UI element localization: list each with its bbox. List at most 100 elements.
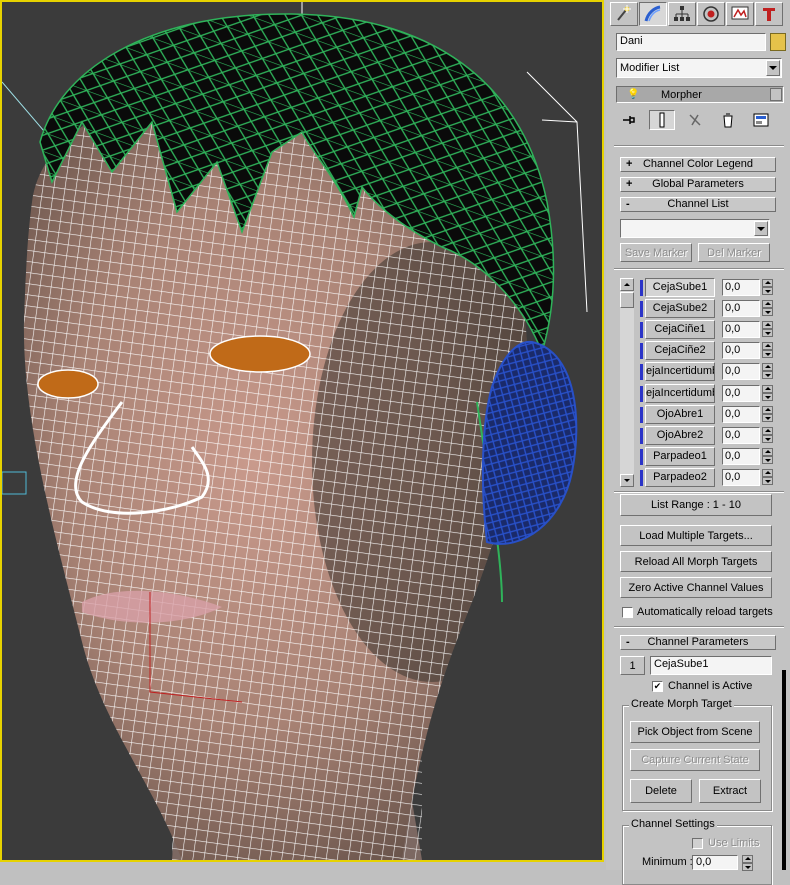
channel-value-field[interactable]: 0,0 bbox=[722, 300, 760, 318]
rollout-title: Channel Color Legend bbox=[642, 158, 754, 170]
display-tab[interactable] bbox=[726, 2, 754, 26]
minimum-value-field[interactable]: 0,0 bbox=[692, 855, 738, 870]
auto-reload-checkbox[interactable] bbox=[622, 607, 633, 618]
make-unique-button[interactable] bbox=[682, 110, 708, 130]
channel-button[interactable]: ejaIncertidumbre bbox=[645, 362, 715, 382]
channel-color-bar bbox=[640, 469, 643, 486]
channel-value-spinner[interactable] bbox=[762, 300, 773, 317]
channel-button[interactable]: CejaSube1 bbox=[645, 278, 715, 297]
expand-icon: + bbox=[626, 178, 633, 190]
channel-value-spinner[interactable] bbox=[762, 426, 773, 444]
rollout-channel-parameters[interactable]: - Channel Parameters bbox=[620, 635, 776, 650]
scroll-up-button[interactable] bbox=[620, 278, 634, 291]
channel-value-field[interactable]: 0,0 bbox=[722, 426, 760, 444]
utilities-icon bbox=[763, 8, 775, 21]
scroll-down-button[interactable] bbox=[620, 474, 634, 487]
channel-value-spinner[interactable] bbox=[762, 321, 773, 338]
delete-marker-button[interactable]: Del Marker bbox=[698, 243, 770, 262]
configure-sets-button[interactable] bbox=[748, 110, 774, 130]
hierarchy-tab[interactable] bbox=[668, 2, 696, 26]
load-multiple-targets-button[interactable]: Load Multiple Targets... bbox=[620, 525, 772, 546]
channel-value-spinner[interactable] bbox=[762, 279, 773, 296]
channel-button[interactable]: OjoAbre2 bbox=[645, 425, 715, 445]
modifier-list-dropdown[interactable]: Modifier List bbox=[616, 58, 782, 78]
stack-scroll-icon[interactable] bbox=[770, 88, 782, 101]
separator bbox=[614, 268, 784, 270]
object-name-field[interactable]: Dani bbox=[616, 33, 766, 51]
channel-row: CejaSube1 0,0 bbox=[640, 278, 780, 297]
channel-row: Parpadeo2 0,0 bbox=[640, 467, 780, 487]
delete-button[interactable]: Delete bbox=[630, 779, 692, 803]
rollout-channel-color-legend[interactable]: + Channel Color Legend bbox=[620, 157, 776, 172]
remove-modifier-button[interactable] bbox=[715, 110, 741, 130]
channel-color-bar bbox=[640, 322, 643, 339]
channel-button[interactable]: CejaCiñe1 bbox=[645, 320, 715, 340]
channel-color-bar bbox=[640, 448, 643, 465]
save-marker-button[interactable]: Save Marker bbox=[620, 243, 692, 262]
pick-object-from-scene-button[interactable]: Pick Object from Scene bbox=[630, 721, 760, 743]
create-tab[interactable] bbox=[610, 2, 638, 26]
arrow-up-icon bbox=[624, 283, 630, 286]
channel-button[interactable]: Parpadeo2 bbox=[645, 467, 715, 487]
pin-stack-button[interactable] bbox=[616, 110, 642, 130]
chevron-down-icon[interactable] bbox=[766, 60, 780, 76]
channel-value-field[interactable]: 0,0 bbox=[722, 342, 760, 360]
create-icon bbox=[617, 5, 631, 21]
minimum-spinner[interactable] bbox=[742, 855, 753, 872]
lightbulb-icon[interactable]: 💡 bbox=[627, 89, 639, 100]
capture-current-state-button[interactable]: Capture Current State bbox=[630, 749, 760, 771]
channel-active-label: Channel is Active bbox=[668, 680, 753, 692]
chevron-down-icon[interactable] bbox=[754, 221, 768, 236]
show-end-result-button[interactable] bbox=[649, 110, 675, 130]
channel-value-field[interactable]: 0,0 bbox=[722, 405, 760, 423]
channel-value-spinner[interactable] bbox=[762, 405, 773, 423]
channel-row: CejaCiñe2 0,0 bbox=[640, 341, 780, 361]
rollout-global-parameters[interactable]: + Global Parameters bbox=[620, 177, 776, 192]
channel-value-field[interactable]: 0,0 bbox=[722, 447, 760, 465]
modify-tab[interactable] bbox=[639, 2, 667, 26]
channel-value-field[interactable]: 0,0 bbox=[722, 363, 760, 381]
channel-value-spinner[interactable] bbox=[762, 384, 773, 402]
modifier-stack-item[interactable]: 💡 Morpher bbox=[616, 86, 784, 103]
channel-value-spinner[interactable] bbox=[762, 342, 773, 359]
channel-value-spinner[interactable] bbox=[762, 468, 773, 486]
channel-value-spinner[interactable] bbox=[762, 447, 773, 465]
channel-value-spinner[interactable] bbox=[762, 363, 773, 380]
display-icon bbox=[731, 6, 749, 20]
rollout-channel-list[interactable]: - Channel List bbox=[620, 197, 776, 212]
channel-button[interactable]: OjoAbre1 bbox=[645, 404, 715, 424]
channel-value-field[interactable]: 0,0 bbox=[722, 384, 760, 402]
perspective-viewport[interactable] bbox=[0, 0, 604, 862]
modifier-list-label: Modifier List bbox=[620, 62, 680, 74]
channel-list-scrollbar[interactable] bbox=[620, 278, 634, 487]
channel-name-field[interactable]: CejaSube1 bbox=[650, 656, 772, 675]
object-color-swatch[interactable] bbox=[770, 33, 786, 51]
modifier-stack-label: Morpher bbox=[661, 89, 702, 101]
panel-scrollbar[interactable] bbox=[782, 670, 786, 870]
channel-button[interactable]: CejaCiñe2 bbox=[645, 341, 715, 361]
channel-button[interactable]: CejaSube2 bbox=[645, 299, 715, 319]
minimum-label: Minimum : bbox=[642, 856, 693, 868]
use-limits-checkbox[interactable] bbox=[692, 838, 703, 849]
reload-all-morph-targets-button[interactable]: Reload All Morph Targets bbox=[620, 551, 772, 572]
channel-value-field[interactable]: 0,0 bbox=[722, 279, 760, 296]
motion-tab[interactable] bbox=[697, 2, 725, 26]
channel-button[interactable]: ejaIncertidumbre bbox=[645, 383, 715, 403]
end-result-icon bbox=[659, 112, 665, 128]
channel-color-bar bbox=[640, 343, 643, 360]
collapse-icon: - bbox=[626, 198, 630, 210]
marker-dropdown[interactable] bbox=[620, 219, 770, 238]
channel-active-checkbox[interactable]: ✔ bbox=[652, 681, 663, 692]
scroll-thumb[interactable] bbox=[620, 292, 634, 308]
configure-icon bbox=[753, 113, 769, 127]
zero-active-channel-values-button[interactable]: Zero Active Channel Values bbox=[620, 577, 772, 598]
channel-value-field[interactable]: 0,0 bbox=[722, 321, 760, 339]
utilities-tab[interactable] bbox=[755, 2, 783, 26]
channel-button[interactable]: Parpadeo1 bbox=[645, 446, 715, 466]
list-range: List Range : 1 - 10 bbox=[620, 494, 772, 516]
group-title: Channel Settings bbox=[629, 818, 717, 830]
head-mesh-render bbox=[2, 2, 588, 860]
extract-button[interactable]: Extract bbox=[699, 779, 761, 803]
channel-color-bar bbox=[640, 301, 643, 318]
channel-value-field[interactable]: 0,0 bbox=[722, 468, 760, 486]
